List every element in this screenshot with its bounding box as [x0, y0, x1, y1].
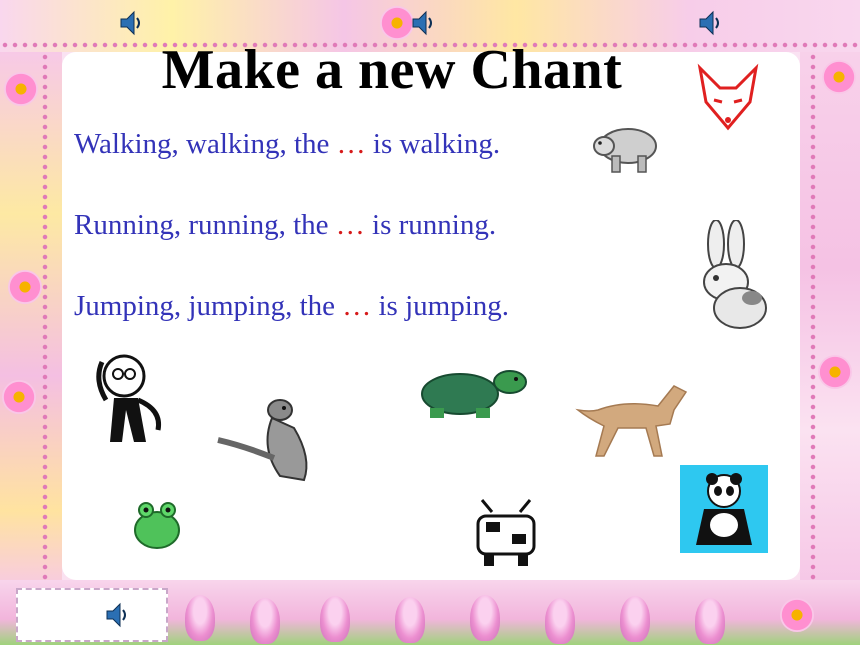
tulip-icon — [320, 596, 350, 642]
chant-blank: … — [342, 290, 372, 322]
frog-icon[interactable] — [128, 496, 186, 556]
chant-line-end: is running. — [372, 209, 497, 241]
chant-line-end: is jumping. — [378, 290, 510, 322]
chant-blank: … — [336, 128, 366, 160]
left-decorative-border — [0, 52, 62, 592]
slide-stage: Make a new Chant Walking, walking, the …… — [0, 0, 860, 645]
chant-line-jumping: Jumping, jumping, the … is jumping. — [74, 290, 509, 323]
flower-icon — [818, 355, 852, 389]
dotted-border-left — [40, 52, 52, 582]
panda-picture[interactable] — [680, 465, 768, 553]
polar-bear-icon[interactable] — [590, 120, 660, 176]
dotted-border-right — [808, 52, 820, 582]
chant-line-running: Running, running, the … is running. — [74, 209, 496, 242]
monkey-icon[interactable] — [88, 350, 174, 448]
tulip-icon — [250, 598, 280, 644]
cow-icon[interactable] — [466, 494, 546, 570]
chant-line-walking: Walking, walking, the … is walking. — [74, 128, 500, 161]
tulip-icon — [185, 595, 215, 641]
flower-icon — [2, 380, 36, 414]
rabbit-icon[interactable] — [690, 220, 770, 332]
tulip-icon — [395, 597, 425, 643]
speaker-icon[interactable] — [118, 8, 144, 38]
flower-icon — [8, 270, 42, 304]
chant-line-start: Running, running, the — [74, 209, 329, 241]
slide-title: Make a new Chant — [161, 39, 623, 101]
flower-icon — [4, 72, 38, 106]
horse-icon[interactable] — [574, 376, 694, 462]
flower-icon — [780, 598, 814, 632]
audio-control-box[interactable] — [16, 588, 168, 642]
tulip-icon — [470, 595, 500, 641]
tulip-icon — [695, 598, 725, 644]
tulip-icon — [545, 598, 575, 644]
speaker-icon[interactable] — [104, 600, 130, 630]
chant-line-end: is walking. — [372, 128, 501, 160]
flower-icon — [380, 6, 414, 40]
kangaroo-icon[interactable] — [214, 388, 322, 490]
chant-line-start: Walking, walking, the — [74, 128, 330, 160]
speaker-icon[interactable] — [410, 8, 436, 38]
chant-line-start: Jumping, jumping, the — [74, 290, 335, 322]
chant-blank: … — [335, 209, 365, 241]
fox-icon[interactable] — [692, 62, 764, 134]
panda-icon — [696, 473, 752, 545]
turtle-icon[interactable] — [406, 364, 530, 424]
flower-icon — [822, 60, 856, 94]
tulip-icon — [620, 596, 650, 642]
speaker-icon[interactable] — [697, 8, 723, 38]
